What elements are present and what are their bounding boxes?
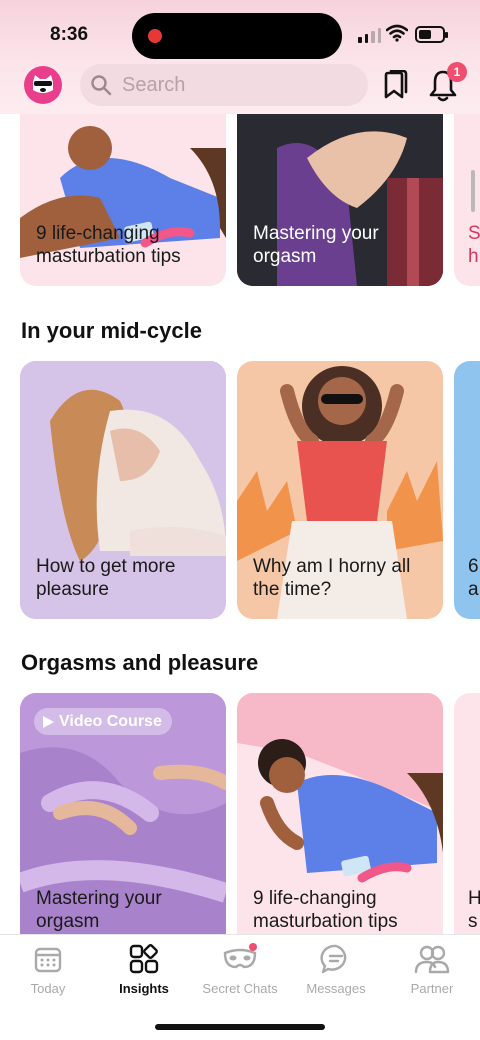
card-masturbation-tips[interactable]: 9 life-changing masturbation tips <box>237 693 443 936</box>
card-horny-all-the-time[interactable]: Why am I horny all the time? <box>237 361 443 619</box>
tab-label: Partner <box>410 981 454 996</box>
card-title: 9 life-changing masturbation tips <box>36 223 181 267</box>
partner-people-icon <box>414 945 450 974</box>
tab-label: Messages <box>306 981 366 996</box>
search-placeholder: Search <box>122 73 186 96</box>
card-title: How to get more pleasure <box>36 556 176 600</box>
card-masturbation-tips-top[interactable]: 9 life-changing masturbation tips <box>20 114 226 286</box>
message-bubble-icon <box>320 944 347 974</box>
mask-icon <box>223 943 257 969</box>
tab-messages[interactable]: Messages <box>288 943 384 996</box>
battery-icon <box>415 26 448 43</box>
tab-today[interactable]: Today <box>0 943 96 996</box>
insights-feed[interactable]: 9 life-changing masturbation tips Master… <box>0 114 480 936</box>
card-title: 6 a <box>468 556 479 600</box>
tab-secret-chats[interactable]: Secret Chats <box>192 943 288 996</box>
card-title: Mastering your orgasm <box>36 888 162 932</box>
dynamic-island <box>132 13 342 59</box>
tab-insights[interactable]: Insights <box>96 943 192 996</box>
cat-mascot-icon <box>33 75 53 93</box>
tab-label: Secret Chats <box>202 981 278 996</box>
card-title: S h <box>468 223 480 267</box>
card-partial-orgasms[interactable]: H s <box>454 693 480 936</box>
insights-grid-icon <box>129 944 159 974</box>
tab-label: Insights <box>119 981 169 996</box>
notification-badge: 1 <box>447 62 467 82</box>
bookmarks-icon[interactable] <box>382 70 408 100</box>
status-bar: 8:36 <box>0 0 480 62</box>
search-icon <box>91 75 112 96</box>
section-title-orgasms-pleasure: Orgasms and pleasure <box>21 650 259 675</box>
card-title: Why am I horny all the time? <box>253 556 411 600</box>
card-title: 9 life-changing masturbation tips <box>253 888 398 932</box>
tab-partner[interactable]: Partner <box>384 943 480 996</box>
tab-label: Today <box>30 981 66 996</box>
home-indicator[interactable] <box>155 1024 325 1030</box>
search-input[interactable]: Search <box>80 64 368 106</box>
wifi-icon <box>386 24 408 42</box>
video-course-badge: Video Course <box>34 708 172 735</box>
card-title: Mastering your orgasm <box>253 223 379 267</box>
status-time: 8:36 <box>50 24 89 45</box>
card-mastering-orgasm-video[interactable]: Video Course Mastering your orgasm <box>20 693 226 936</box>
calendar-icon <box>34 947 62 973</box>
card-mastering-orgasm-top[interactable]: Mastering your orgasm <box>237 114 443 286</box>
card-partial-top[interactable]: S h <box>454 114 480 286</box>
recording-indicator <box>148 29 162 43</box>
horizontal-scrollbar <box>471 170 475 212</box>
play-icon <box>43 715 54 728</box>
card-more-pleasure[interactable]: How to get more pleasure <box>20 361 226 619</box>
card-partial-mid-cycle[interactable]: 6 a <box>454 361 480 619</box>
profile-avatar[interactable] <box>24 66 62 104</box>
top-header: Search 1 <box>0 62 480 114</box>
card-title: H s <box>468 888 480 932</box>
video-course-label: Video Course <box>59 712 162 730</box>
signal-icon <box>358 28 381 43</box>
section-title-mid-cycle: In your mid-cycle <box>21 318 202 343</box>
